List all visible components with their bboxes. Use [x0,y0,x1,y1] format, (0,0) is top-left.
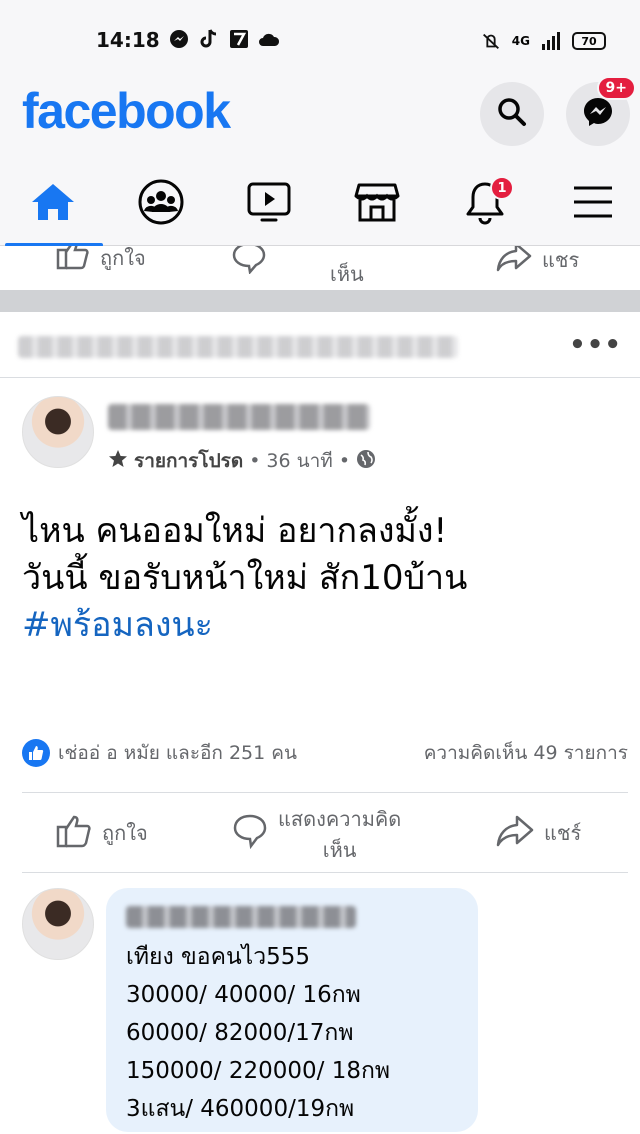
post-text-line: วันนี้ ขอรับหน้าใหม่ สัก10บ้าน [22,558,468,598]
like-reaction-icon [22,739,50,767]
comment-bubble: เทียง ขอคนไว555 30000/ 40000/ 16กพ 60000… [106,888,478,1132]
favorites-label[interactable]: รายการโปรด [134,446,243,476]
messenger-button[interactable]: 9+ [566,76,636,146]
like-label: ถูกใจ [102,821,148,845]
app-header: facebook 9+ [0,76,640,162]
post-actions: ถูกใจ แสดงความคิด เห็น แชร์ [0,794,640,872]
signal-icon [540,30,562,52]
post-body: ไหน คนออมใหม่ อยากลงมั้ง! วันนี้ ขอรับหน… [22,508,622,649]
context-divider [0,377,640,378]
star-icon [108,449,128,474]
share-icon [496,246,532,277]
seven-eleven-status-icon [228,28,250,50]
thumbs-up-icon [56,814,92,853]
share-icon [496,815,534,852]
tab-home[interactable] [0,162,106,247]
tab-marketplace[interactable] [324,162,430,246]
post-text-line: ไหน คนออมใหม่ อยากลงมั้ง! [22,511,448,551]
post-hashtag-link[interactable]: #พร้อมลงนะ [22,602,622,649]
comment-line: 30000/ 40000/ 16กพ [126,982,361,1008]
thumbs-up-icon [56,246,90,275]
groups-icon [137,178,185,230]
post-context-line-blurred [18,336,458,358]
vibrate-mute-icon [480,30,502,52]
previous-like-label: ถูกใจ [100,246,146,270]
previous-post-actions: ถูกใจ เห็น แชร [0,246,640,290]
author-avatar[interactable] [22,396,94,468]
status-time: 14:18 [96,28,160,52]
like-button[interactable]: ถูกใจ [56,794,148,872]
marketplace-icon [354,181,400,227]
previous-share-button[interactable]: แชร [496,246,579,277]
hamburger-menu-icon [571,184,615,224]
post-meta: รายการโปรด • 36 นาที • [108,446,376,476]
status-app-icons [168,28,280,50]
network-type: 4G [511,34,530,48]
author-name-blurred[interactable] [108,404,370,430]
post-time[interactable]: 36 นาที [266,446,332,476]
comment-label-line: แสดงความคิด [278,807,402,831]
reactions-summary[interactable]: เช่ออ่ อ หมัย และอีก 251 คน ความคิดเห็น … [22,738,628,768]
main-nav: 1 [0,162,640,247]
reactions-text[interactable]: เช่ออ่ อ หมัย และอีก 251 คน [58,738,297,768]
comment-line: 150000/ 220000/ 18กพ [126,1058,391,1084]
actions-divider-top [22,792,628,793]
previous-comment-button[interactable] [232,246,266,279]
comment-label-line: เห็น [322,838,357,862]
more-options-icon[interactable]: ••• [569,330,622,360]
video-icon [246,181,292,227]
commenter-avatar[interactable] [22,888,94,960]
comments-count[interactable]: ความคิดเห็น 49 รายการ [424,738,628,768]
comment-line: 3แสน/ 460000/19กพ [126,1096,355,1122]
status-system-icons: 4G 70 [480,30,606,52]
battery-indicator: 70 [572,32,606,50]
previous-comment-label: เห็น [330,262,364,286]
actions-divider-bottom [22,872,628,873]
tab-video[interactable] [216,162,322,246]
comment-line: 60000/ 82000/17กพ [126,1020,354,1046]
tab-groups[interactable] [108,162,214,246]
meta-dot: • [338,450,351,472]
commenter-name-blurred[interactable] [126,906,356,928]
tiktok-status-icon [198,28,220,50]
cloud-status-icon [258,28,280,50]
messenger-status-icon [168,28,190,50]
previous-share-label: แชร [542,247,580,272]
comment-label: แสดงความคิด เห็น [278,804,401,866]
comment-icon [232,813,268,854]
messenger-badge: 9+ [596,76,636,100]
share-button[interactable]: แชร์ [496,794,581,872]
feed-separator [0,290,640,312]
search-icon [496,96,528,132]
globe-icon [356,449,376,474]
tab-menu[interactable] [540,162,640,246]
facebook-logo[interactable]: facebook [22,82,231,140]
tab-notifications[interactable]: 1 [432,162,538,246]
comment-button[interactable]: แสดงความคิด เห็น [232,794,401,872]
search-button[interactable] [480,82,544,146]
meta-dot: • [249,450,261,472]
notifications-badge: 1 [490,176,514,200]
home-icon [30,182,76,226]
messenger-icon [581,95,615,133]
status-bar: 14:18 4G 70 [0,0,640,78]
comment-icon [232,246,266,279]
previous-like-button[interactable]: ถูกใจ [56,246,146,275]
comment-line: เทียง ขอคนไว555 [126,944,311,970]
share-label: แชร์ [544,821,582,845]
